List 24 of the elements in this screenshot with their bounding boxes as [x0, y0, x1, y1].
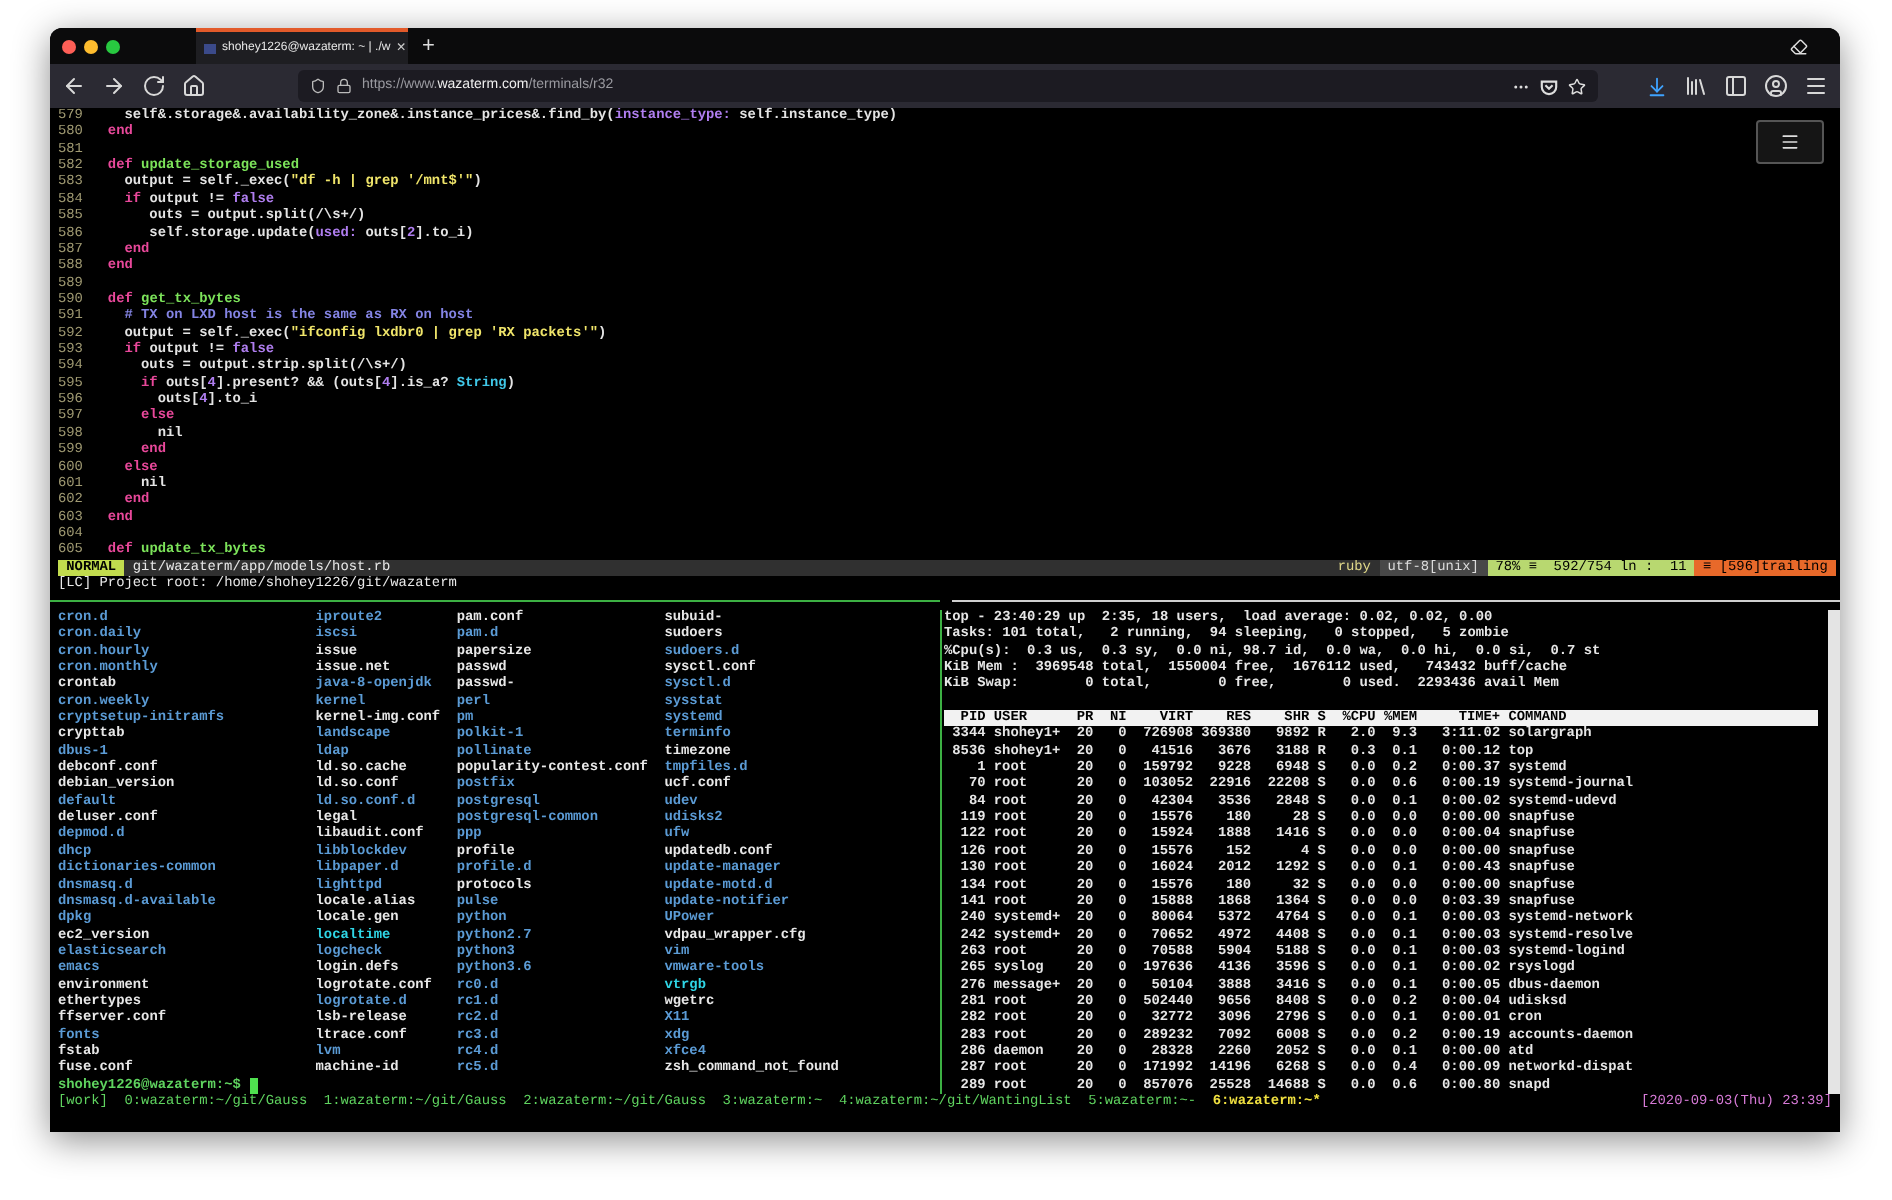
eraser-icon[interactable]: [1790, 37, 1808, 55]
account-icon[interactable]: [1764, 74, 1788, 98]
shield-icon[interactable]: [310, 78, 326, 94]
scrollbar[interactable]: [1828, 609, 1840, 1095]
cursor-block: [249, 1078, 258, 1095]
download-icon[interactable]: [1646, 75, 1668, 97]
lock-icon: [336, 78, 352, 94]
minimize-window-icon[interactable]: [84, 39, 98, 53]
new-tab-button[interactable]: +: [422, 35, 435, 57]
menu-icon: [1780, 132, 1800, 152]
tab-close-button[interactable]: ×: [396, 40, 406, 56]
close-window-icon[interactable]: [62, 39, 76, 53]
favicon-icon: [204, 43, 216, 53]
sidebar-icon[interactable]: [1724, 74, 1748, 98]
library-icon[interactable]: [1684, 74, 1708, 98]
reload-icon[interactable]: [142, 74, 166, 98]
pocket-icon[interactable]: [1540, 77, 1558, 95]
back-icon[interactable]: [62, 74, 86, 98]
forward-icon[interactable]: [102, 74, 126, 98]
star-icon[interactable]: [1568, 77, 1586, 95]
menu-button[interactable]: [1756, 120, 1824, 164]
menu-icon[interactable]: [1804, 74, 1828, 98]
home-icon[interactable]: [182, 74, 206, 98]
zoom-window-icon[interactable]: [106, 39, 120, 53]
